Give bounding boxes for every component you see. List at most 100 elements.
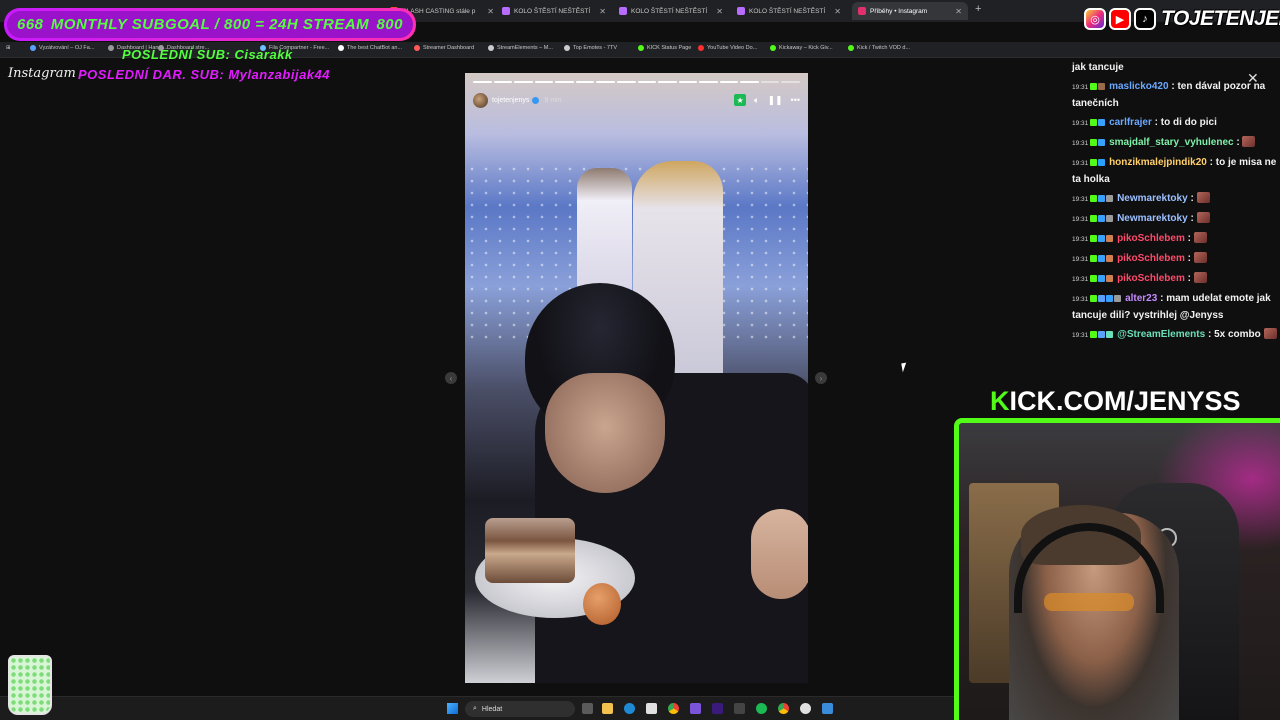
verified-icon xyxy=(532,96,540,104)
app-icon[interactable] xyxy=(690,703,701,714)
tab-favicon-icon xyxy=(858,7,866,15)
search-icon: ⌕ xyxy=(473,705,477,712)
chat-message: 19:31 pikoSchlebem : xyxy=(1068,251,1278,268)
bookmark-favicon-icon xyxy=(488,45,494,51)
chat-timestamp: 19:31 xyxy=(1072,332,1089,339)
tab-label: KOLO ŠTĚSTÍ NEŠTĚSTÍ xyxy=(514,7,591,15)
app-icon[interactable] xyxy=(734,703,745,714)
story-username[interactable]: tojetenjenys xyxy=(492,97,529,104)
file-explorer-icon[interactable] xyxy=(602,703,613,714)
avatar[interactable] xyxy=(473,92,488,108)
screen: { "tabs": [ {"label": "CLASH CASTING stá… xyxy=(0,0,1280,720)
chat-badge-icon xyxy=(1098,195,1106,202)
kick-k-letter: K xyxy=(990,386,1010,416)
chat-username[interactable]: Newmarektoky xyxy=(1117,213,1188,224)
browser-tab[interactable]: Příběhy • Instagram ✕ xyxy=(852,2,968,20)
chat-username[interactable]: pikoSchlebem xyxy=(1117,253,1185,264)
bookmark[interactable]: Streamer Dashboard xyxy=(414,45,474,51)
tab-favicon-icon xyxy=(502,7,510,15)
bookmark[interactable]: StreamElements – M... xyxy=(488,45,553,51)
chat-username[interactable]: maslicko420 xyxy=(1109,81,1169,92)
chat-badge-icon xyxy=(1090,275,1098,282)
chat-username[interactable]: @StreamElements xyxy=(1117,329,1205,340)
chat-username[interactable]: honzikmalejpindik20 xyxy=(1109,157,1207,168)
windows-start-icon[interactable] xyxy=(447,703,458,714)
chat-text: : 5x combo xyxy=(1207,329,1261,340)
task-view-icon[interactable] xyxy=(582,703,593,714)
chat-emote-icon xyxy=(1263,328,1277,339)
next-story-button[interactable]: › xyxy=(815,372,827,384)
foreground-face xyxy=(545,373,665,493)
chat-username[interactable]: smajdalf_stary_vyhulenec xyxy=(1109,137,1234,148)
edge-icon[interactable] xyxy=(624,703,635,714)
chat-username[interactable]: alter23 xyxy=(1125,293,1157,304)
instagram-icon: ◎ xyxy=(1084,8,1106,30)
chat-emote-icon xyxy=(1193,272,1207,283)
bookmark[interactable]: Top Emotes - 7TV xyxy=(564,45,617,51)
new-tab-button[interactable]: + xyxy=(975,3,981,15)
chat-timestamp: 19:31 xyxy=(1072,256,1089,263)
chat-username[interactable]: pikoSchlebem xyxy=(1117,273,1185,284)
story-viewer[interactable]: tojetenjenys 9 min. ★ 🔈︎ ❚❚ ••• xyxy=(465,73,808,683)
store-icon[interactable] xyxy=(646,703,657,714)
browser-tab[interactable]: KOLO ŠTĚSTÍ NEŠTĚSTÍ ✕ xyxy=(613,2,729,20)
chat-badge-icon xyxy=(1090,159,1098,166)
chat-username[interactable]: Newmarektoky xyxy=(1117,193,1188,204)
chat-badge-icon xyxy=(1098,255,1106,262)
bookmark-favicon-icon xyxy=(698,45,704,51)
taskbar: ⌕ Hledat xyxy=(0,696,954,720)
browser-tab[interactable]: KOLO ŠTĚSTÍ NEŠTĚSTÍ ✕ xyxy=(731,2,847,20)
chat-timestamp: 19:31 xyxy=(1072,236,1089,243)
youtube-icon: ▶ xyxy=(1109,8,1131,30)
chat-badge-icon xyxy=(1098,235,1106,242)
spotify-icon[interactable] xyxy=(756,703,767,714)
taskbar-search[interactable]: ⌕ Hledat xyxy=(465,701,575,717)
chat-badge-icon xyxy=(1098,139,1106,146)
app-icon[interactable] xyxy=(712,703,723,714)
bookmark[interactable]: KICK Status Page xyxy=(638,45,691,51)
obs-icon[interactable] xyxy=(800,703,811,714)
chat-badge-icon xyxy=(1098,215,1106,222)
close-tab-icon[interactable]: ✕ xyxy=(716,7,723,16)
bookmark[interactable]: YouTube Video Do... xyxy=(698,45,757,51)
bookmark-favicon-icon xyxy=(30,45,36,51)
tab-label: KOLO ŠTĚSTÍ NEŠTĚSTÍ xyxy=(631,7,708,15)
bookmark[interactable]: Kickaway – Kick Giv... xyxy=(770,45,833,51)
browser-tab[interactable]: KOLO ŠTĚSTÍ NEŠTĚSTÍ ✕ xyxy=(496,2,612,20)
chat-timestamp: 19:31 xyxy=(1072,160,1089,167)
subgoal-current: 668 xyxy=(17,16,44,33)
apps-icon[interactable]: ⊞ xyxy=(6,45,11,51)
bookmark-label: Kickaway – Kick Giv... xyxy=(779,45,833,51)
background-person xyxy=(577,168,632,298)
story-time: 9 min. xyxy=(544,96,564,104)
social-handles: ◎ ▶ ♪ TOJETENJENYS xyxy=(1084,5,1280,33)
bookmark[interactable]: Kick / Twitch VOD d... xyxy=(848,45,910,51)
notepad-icon[interactable] xyxy=(822,703,833,714)
chat-username[interactable]: carlfrajer xyxy=(1109,117,1152,128)
chat-text: : xyxy=(1187,233,1191,244)
chat-emote-icon xyxy=(1193,232,1207,243)
last-sub-label: POSLEDNÍ SUB: Cisarakk xyxy=(122,47,293,62)
instagram-logo[interactable]: Instagram xyxy=(8,66,76,81)
chat-badge-icon xyxy=(1090,215,1098,222)
bookmark-label: Streamer Dashboard xyxy=(423,45,475,51)
chrome-icon[interactable] xyxy=(778,703,789,714)
mute-icon[interactable]: 🔈︎ xyxy=(754,95,759,106)
chat-emote-icon xyxy=(1196,212,1210,223)
chrome-icon[interactable] xyxy=(668,703,679,714)
more-options-icon[interactable]: ••• xyxy=(791,95,800,105)
close-tab-icon[interactable]: ✕ xyxy=(487,7,494,16)
chat-timestamp: 19:31 xyxy=(1072,276,1089,283)
chat-timestamp: 19:31 xyxy=(1072,140,1089,147)
close-tab-icon[interactable]: ✕ xyxy=(955,7,962,16)
pause-icon[interactable]: ❚❚ xyxy=(767,95,782,106)
chat-username[interactable]: pikoSchlebem xyxy=(1117,233,1185,244)
bookmark-label: The best ChatBot an... xyxy=(347,45,403,51)
close-tab-icon[interactable]: ✕ xyxy=(599,7,606,16)
bookmark[interactable]: The best ChatBot an... xyxy=(338,45,402,51)
chat-badge-icon xyxy=(1106,235,1114,242)
previous-story-button[interactable]: ‹ xyxy=(445,372,457,384)
bookmark[interactable]: Vyzátvování – OJ Fa... xyxy=(30,45,94,51)
close-tab-icon[interactable]: ✕ xyxy=(834,7,841,16)
tab-favicon-icon xyxy=(619,7,627,15)
